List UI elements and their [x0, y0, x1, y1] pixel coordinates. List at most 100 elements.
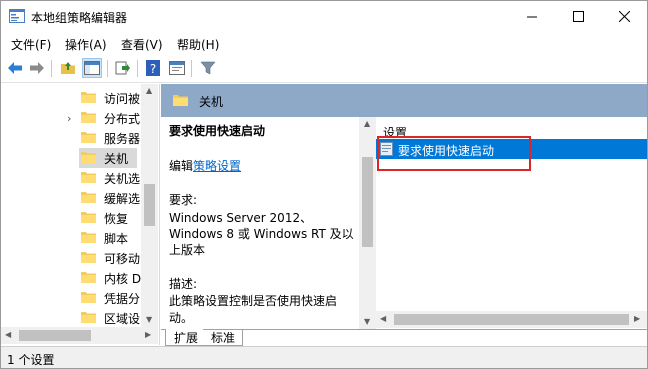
details-pane: 关机 要求使用快速启动 编辑策略设置 要求: Windows Server 20… [161, 84, 647, 346]
toolbar-separator [137, 60, 138, 77]
scroll-thumb[interactable] [19, 330, 91, 341]
properties-button[interactable] [167, 58, 187, 78]
folder-icon [81, 152, 96, 163]
filter-button[interactable] [198, 58, 218, 78]
tree-item[interactable]: › 分布式 [1, 108, 141, 128]
tree-item[interactable]: 脚本 [1, 228, 141, 248]
scroll-up-arrow-icon[interactable]: ▲ [146, 86, 152, 95]
tree-item-label: 脚本 [104, 232, 129, 246]
scroll-up-arrow-icon[interactable]: ▲ [364, 119, 370, 128]
annotation-highlight-box [377, 136, 531, 171]
tree-item[interactable]: 关机选 [1, 168, 141, 188]
tree-vertical-scrollbar[interactable]: ▲ ▼ [141, 84, 158, 327]
tree-item-label: 服务器 [104, 132, 141, 146]
scroll-right-arrow-icon[interactable]: ▶ [634, 314, 640, 323]
requirements-line: 上版本 [169, 243, 206, 257]
folder-icon [81, 212, 96, 223]
view-tabs: 扩展 标准 [161, 329, 647, 346]
requirements-line: Windows Server 2012、 [169, 211, 313, 225]
status-bar: 1 个设置 [1, 346, 647, 368]
policy-heading: 要求使用快速启动 [169, 124, 266, 138]
forward-button[interactable] [27, 58, 47, 78]
maximize-icon [572, 11, 584, 22]
menu-bar: 文件(F) 操作(A) 查看(V) 帮助(H) [1, 32, 647, 55]
folder-icon [81, 312, 96, 323]
help-button[interactable]: ? [143, 58, 163, 78]
tree-item[interactable]: 服务器 [1, 128, 141, 148]
tree-item[interactable]: 可移动 [1, 248, 141, 268]
description-line: 动。 [169, 311, 194, 325]
properties-icon [169, 61, 185, 75]
tree-item-label: 可移动 [104, 252, 141, 266]
tree-item[interactable]: 凭据分 [1, 288, 141, 308]
tree-item-label: 访问被 [104, 92, 141, 106]
console-tree: 访问被 › 分布式 服务器 关机 关机选 缓解选 恢复 脚本 可移动 内核 D 凭据分 区域设 ▲ ▼ … [1, 84, 160, 345]
help-icon: ? [146, 60, 160, 76]
maximize-button[interactable] [555, 1, 601, 32]
menu-action[interactable]: 操作(A) [65, 36, 107, 53]
tree-item-label: 内核 D [104, 272, 142, 286]
scroll-right-arrow-icon[interactable]: ▶ [145, 330, 151, 339]
description-line: 此策略设置控制是否使用快速启 [169, 294, 338, 308]
scroll-down-arrow-icon[interactable]: ▼ [364, 317, 370, 326]
title-bar: 本地组策略编辑器 [1, 1, 647, 32]
folder-icon [81, 192, 96, 203]
tab-standard[interactable]: 标准 [203, 329, 243, 346]
folder-icon [81, 132, 96, 143]
folder-icon [81, 92, 96, 103]
requirements-line: Windows 8 或 Windows RT 及以 [169, 227, 354, 241]
tree-item[interactable]: 缓解选 [1, 188, 141, 208]
tree-item-label: 关机 [104, 152, 129, 166]
tree-item-label: 恢复 [104, 212, 129, 226]
filter-icon [200, 61, 216, 75]
folder-icon [173, 95, 188, 106]
up-folder-button[interactable] [58, 58, 78, 78]
scroll-left-arrow-icon[interactable]: ◀ [380, 314, 386, 323]
edit-prefix: 编辑 [169, 159, 194, 173]
tab-extended[interactable]: 扩展 [165, 329, 203, 346]
scroll-thumb[interactable] [144, 184, 155, 226]
minimize-icon [526, 16, 537, 18]
status-text: 1 个设置 [7, 353, 55, 367]
app-window: 本地组策略编辑器 文件(F) 操作(A) 查看(V) 帮助(H) ? 访问被 ›… [0, 0, 648, 369]
tree-item[interactable]: 恢复 [1, 208, 141, 228]
close-button[interactable] [601, 1, 647, 32]
list-horizontal-scrollbar[interactable]: ◀ ▶ [376, 311, 647, 328]
show-hide-tree-button[interactable] [82, 58, 102, 78]
menu-help[interactable]: 帮助(H) [177, 36, 219, 53]
requirements-label: 要求: [169, 193, 198, 207]
description-scrollbar[interactable]: ▲ ▼ [359, 117, 376, 329]
back-button[interactable] [5, 58, 25, 78]
export-icon [115, 61, 130, 75]
tree-item[interactable]: 区域设 [1, 308, 141, 328]
scroll-thumb[interactable] [394, 314, 629, 325]
folder-icon [81, 172, 96, 183]
up-folder-icon [61, 62, 75, 74]
menu-file[interactable]: 文件(F) [11, 36, 51, 53]
tree-item[interactable]: 访问被 [1, 88, 141, 108]
extended-description: 要求使用快速启动 编辑策略设置 要求: Windows Server 2012、… [161, 117, 359, 329]
toolbar: ? [1, 55, 647, 83]
scroll-thumb[interactable] [362, 157, 373, 247]
tree-item[interactable]: 内核 D [1, 268, 141, 288]
folder-icon [81, 252, 96, 263]
category-banner: 关机 [161, 84, 647, 117]
menu-view[interactable]: 查看(V) [121, 36, 163, 53]
edit-policy-link[interactable]: 策略设置 [193, 159, 241, 173]
tree-horizontal-scrollbar[interactable]: ◀ ▶ [1, 327, 158, 344]
tree-item-label: 分布式 [104, 112, 141, 126]
export-list-button[interactable] [113, 58, 133, 78]
scroll-left-arrow-icon[interactable]: ◀ [5, 330, 11, 339]
minimize-button[interactable] [509, 1, 555, 32]
window-title: 本地组策略编辑器 [31, 11, 128, 25]
forward-arrow-icon [30, 62, 44, 74]
chevron-right-icon[interactable]: › [67, 112, 71, 125]
banner-title: 关机 [199, 95, 224, 109]
console-tree-icon [84, 61, 100, 75]
tree-item-label: 凭据分 [104, 292, 141, 306]
tree-item[interactable]: 关机 [1, 148, 141, 168]
folder-icon [81, 112, 96, 123]
folder-icon [81, 272, 96, 283]
scroll-down-arrow-icon[interactable]: ▼ [146, 315, 152, 324]
tree-item-label: 区域设 [104, 312, 141, 326]
